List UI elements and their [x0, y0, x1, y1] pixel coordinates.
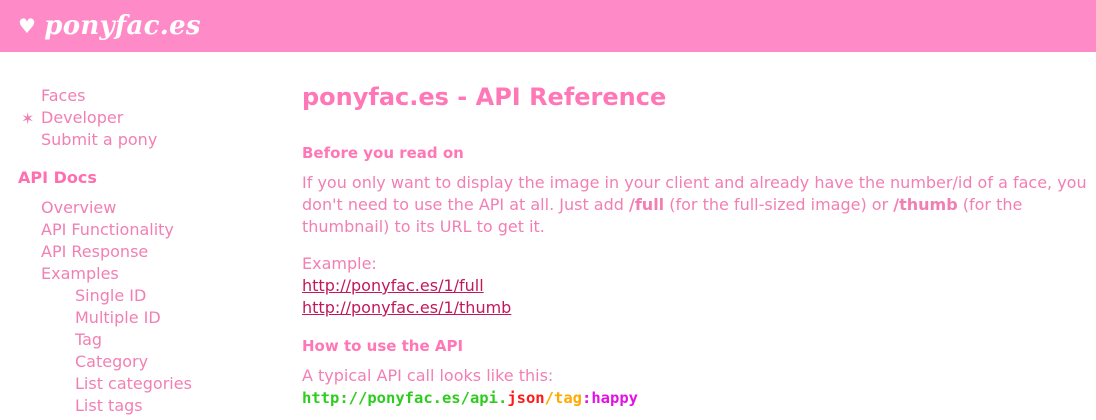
api-call-slash: /	[544, 389, 554, 407]
api-call-value: happy	[591, 389, 638, 407]
nav-item-list-tags[interactable]: List tags	[75, 395, 143, 417]
nav-item-single-id[interactable]: Single ID	[75, 285, 146, 307]
logo-text: ponyfac.es	[44, 11, 201, 41]
api-call-example: http://ponyfac.es/api.json/tag:happy	[302, 387, 638, 409]
before-you-read-on-text: If you only want to display the image in…	[302, 172, 1094, 238]
example-label: Example:	[302, 254, 377, 273]
how-to-use-heading: How to use the API	[302, 337, 464, 355]
nav-item-tag[interactable]: Tag	[75, 329, 102, 351]
api-call-dot: .	[497, 389, 508, 407]
nav-item-category[interactable]: Category	[75, 351, 148, 373]
example-link-thumb[interactable]: http://ponyfac.es/1/thumb	[302, 297, 511, 319]
api-call-colon: :	[581, 389, 592, 407]
nav-item-multiple-id[interactable]: Multiple ID	[75, 307, 161, 329]
full-suffix: /full	[629, 195, 665, 214]
api-call-base: http://ponyfac.es/api	[302, 389, 498, 407]
nav-item-list-categories[interactable]: List categories	[75, 373, 192, 395]
nav-item-api-response[interactable]: API Response	[41, 241, 148, 263]
nav-item-submit-a-pony[interactable]: Submit a pony	[41, 129, 157, 151]
nav-item-overview[interactable]: Overview	[41, 197, 116, 219]
site-logo[interactable]: ♥ ponyfac.es	[18, 11, 201, 41]
nav-item-developer[interactable]: Developer	[41, 107, 123, 129]
thumb-suffix: /thumb	[893, 195, 958, 214]
page-title: ponyfac.es - API Reference	[302, 83, 667, 111]
nav-item-faces[interactable]: Faces	[41, 85, 86, 107]
nav-item-api-functionality[interactable]: API Functionality	[41, 219, 174, 241]
site-header: ♥ ponyfac.es	[0, 0, 1096, 52]
text-segment: (for the full-sized image) or	[664, 195, 894, 214]
nav-item-examples[interactable]: Examples	[41, 263, 119, 285]
example-link-full[interactable]: http://ponyfac.es/1/full	[302, 275, 484, 297]
api-docs-heading: API Docs	[18, 168, 97, 187]
heart-icon: ♥	[18, 14, 37, 38]
api-call-format: json	[507, 389, 545, 407]
before-you-read-on-heading: Before you read on	[302, 144, 464, 162]
api-call-key: tag	[553, 389, 582, 407]
how-to-use-text: A typical API call looks like this:	[302, 366, 554, 385]
current-page-marker-icon: ✶	[21, 109, 35, 128]
